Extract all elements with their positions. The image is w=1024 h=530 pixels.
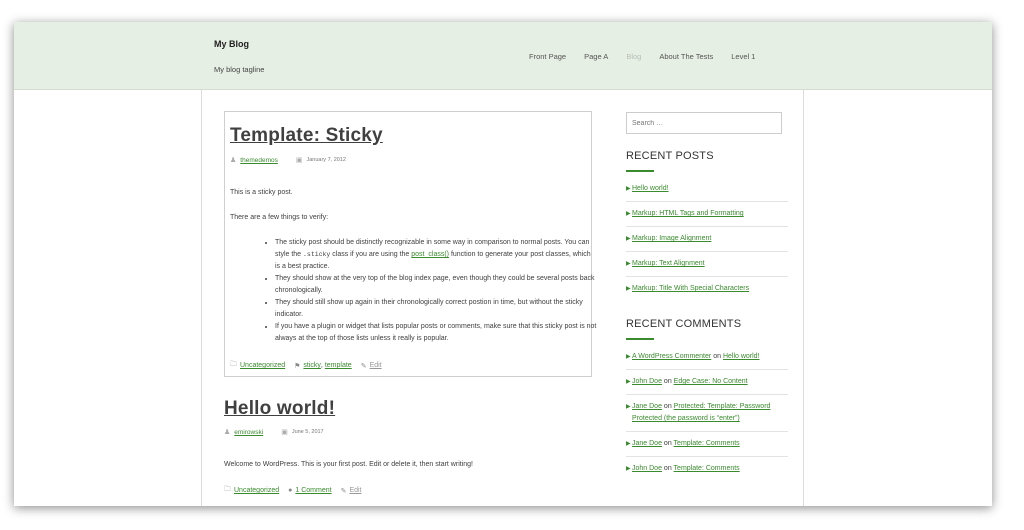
- post-date[interactable]: June 5, 2017: [292, 429, 324, 435]
- comment-author-link[interactable]: Jane Doe: [632, 403, 662, 410]
- recent-post-link[interactable]: Markup: HTML Tags and Formatting: [632, 210, 744, 217]
- list-item: ▶ Jane Doe on Protected: Template: Passwo…: [626, 395, 788, 432]
- nav-item-front-page[interactable]: Front Page: [529, 52, 566, 61]
- site-header: My Blog My blog tagline Front Page Page …: [14, 22, 992, 90]
- list-item: They should show at the very top of the …: [275, 273, 597, 297]
- folder-icon: 🗀: [230, 361, 237, 368]
- tag-link-sticky[interactable]: sticky: [303, 362, 321, 369]
- list-item: ▶ Hello world!: [626, 177, 788, 202]
- hello-world-post: Hello world! ♟ emirowski ▣ June 5, 2017 …: [224, 398, 604, 506]
- browser-frame: My Blog My blog tagline Front Page Page …: [14, 22, 992, 506]
- nav-item-level-1[interactable]: Level 1: [731, 52, 755, 61]
- user-icon: ♟: [224, 429, 231, 436]
- sticky-post: Template: Sticky ♟ themedemos ▣ January …: [224, 111, 596, 377]
- nav-item-about-the-tests[interactable]: About The Tests: [659, 52, 713, 61]
- content-area: Template: Sticky ♟ themedemos ▣ January …: [201, 90, 804, 506]
- list-item: They should still show up again in their…: [275, 297, 597, 321]
- nav-item-blog[interactable]: Blog: [626, 52, 641, 61]
- tag-icon: ⚑: [294, 362, 301, 370]
- edit-link[interactable]: Edit: [349, 487, 361, 494]
- pencil-icon: ✎: [340, 487, 347, 495]
- edit-link[interactable]: Edit: [370, 362, 382, 369]
- post-footer: 🗀 Uncategorized ● 1 Comment ✎ Edit: [224, 485, 362, 496]
- list-item: ▶ Jane Doe on Template: Comments: [626, 432, 788, 457]
- list-item: ▶ Markup: Text Alignment: [626, 252, 788, 277]
- comment-post-link[interactable]: Hello world!: [723, 353, 760, 360]
- post-title[interactable]: Hello world!: [224, 398, 335, 420]
- pencil-icon: ✎: [360, 362, 367, 370]
- on-word: on: [663, 440, 672, 447]
- recent-post-link[interactable]: Hello world!: [632, 185, 669, 192]
- comment-post-link[interactable]: Template: Comments: [674, 440, 740, 447]
- list-item: ▶ Markup: Title With Special Characters: [626, 277, 788, 301]
- recent-comments-title: RECENT COMMENTS: [626, 318, 742, 330]
- recent-posts-list: ▶ Hello world! ▶ Markup: HTML Tags and For…: [626, 177, 788, 301]
- list-item: ▶ A WordPress Commenter on Hello world!: [626, 345, 788, 370]
- folder-icon: 🗀: [224, 486, 231, 493]
- on-word: on: [663, 403, 672, 410]
- post-footer: 🗀 Uncategorized ⚑ sticky , template ✎ Ed…: [230, 360, 382, 371]
- list-item: ▶ John Doe on Template: Comments: [626, 457, 788, 481]
- category-link[interactable]: Uncategorized: [240, 362, 285, 369]
- post-author[interactable]: themedemos: [240, 157, 278, 164]
- calendar-icon: ▣: [281, 429, 288, 436]
- category-link[interactable]: Uncategorized: [234, 487, 279, 494]
- widget-title-underline: [626, 170, 654, 172]
- tag-link-template[interactable]: template: [325, 362, 352, 369]
- widget-title-underline: [626, 338, 654, 340]
- verify-list: The sticky post should be distinctly rec…: [275, 237, 597, 345]
- on-word: on: [663, 465, 672, 472]
- post-title[interactable]: Template: Sticky: [230, 125, 383, 146]
- comment-post-link[interactable]: Template: Comments: [674, 465, 740, 472]
- comment-icon: ●: [288, 487, 293, 494]
- site-title[interactable]: My Blog: [214, 39, 249, 49]
- recent-comments-list: ▶ A WordPress Commenter on Hello world! ▶…: [626, 345, 788, 481]
- post-date[interactable]: January 7, 2012: [306, 157, 345, 163]
- post-body: Welcome to WordPress. This is your first…: [224, 461, 473, 468]
- list-item: The sticky post should be distinctly rec…: [275, 237, 597, 273]
- list-item: ▶ John Doe on Edge Case: No Content: [626, 370, 788, 395]
- list-item: If you have a plugin or widget that list…: [275, 321, 597, 345]
- main-nav: Front Page Page A Blog About The Tests L…: [529, 52, 773, 61]
- post-intro: This is a sticky post.: [230, 189, 293, 196]
- tag-separator: ,: [320, 362, 323, 369]
- recent-post-link[interactable]: Markup: Text Alignment: [632, 260, 705, 267]
- list-item: ▶ Markup: HTML Tags and Formatting: [626, 202, 788, 227]
- post-meta: ♟ emirowski ▣ June 5, 2017: [224, 428, 324, 437]
- calendar-icon: ▣: [295, 157, 303, 164]
- comment-author-link[interactable]: A WordPress Commenter: [632, 353, 711, 360]
- post-meta: ♟ themedemos ▣ January 7, 2012: [230, 156, 346, 165]
- on-word: on: [663, 378, 672, 385]
- nav-item-page-a[interactable]: Page A: [584, 52, 608, 61]
- recent-post-link[interactable]: Markup: Image Alignment: [632, 235, 711, 242]
- comment-post-link[interactable]: Edge Case: No Content: [674, 378, 748, 385]
- user-icon: ♟: [230, 157, 237, 164]
- site-tagline: My blog tagline: [214, 65, 265, 74]
- verify-heading: There are a few things to verify:: [230, 214, 329, 221]
- post-class-link[interactable]: post_class(): [411, 251, 449, 258]
- on-word: on: [713, 353, 721, 360]
- list-item: ▶ Markup: Image Alignment: [626, 227, 788, 252]
- post-author[interactable]: emirowski: [234, 429, 263, 436]
- search-input[interactable]: [626, 112, 782, 134]
- comment-author-link[interactable]: John Doe: [632, 378, 662, 385]
- comment-author-link[interactable]: Jane Doe: [632, 440, 662, 447]
- comments-link[interactable]: 1 Comment: [295, 487, 331, 494]
- recent-posts-title: RECENT POSTS: [626, 150, 714, 162]
- recent-post-link[interactable]: Markup: Title With Special Characters: [632, 285, 749, 292]
- comment-author-link[interactable]: John Doe: [632, 465, 662, 472]
- sticky-class-code: .sticky: [303, 251, 331, 258]
